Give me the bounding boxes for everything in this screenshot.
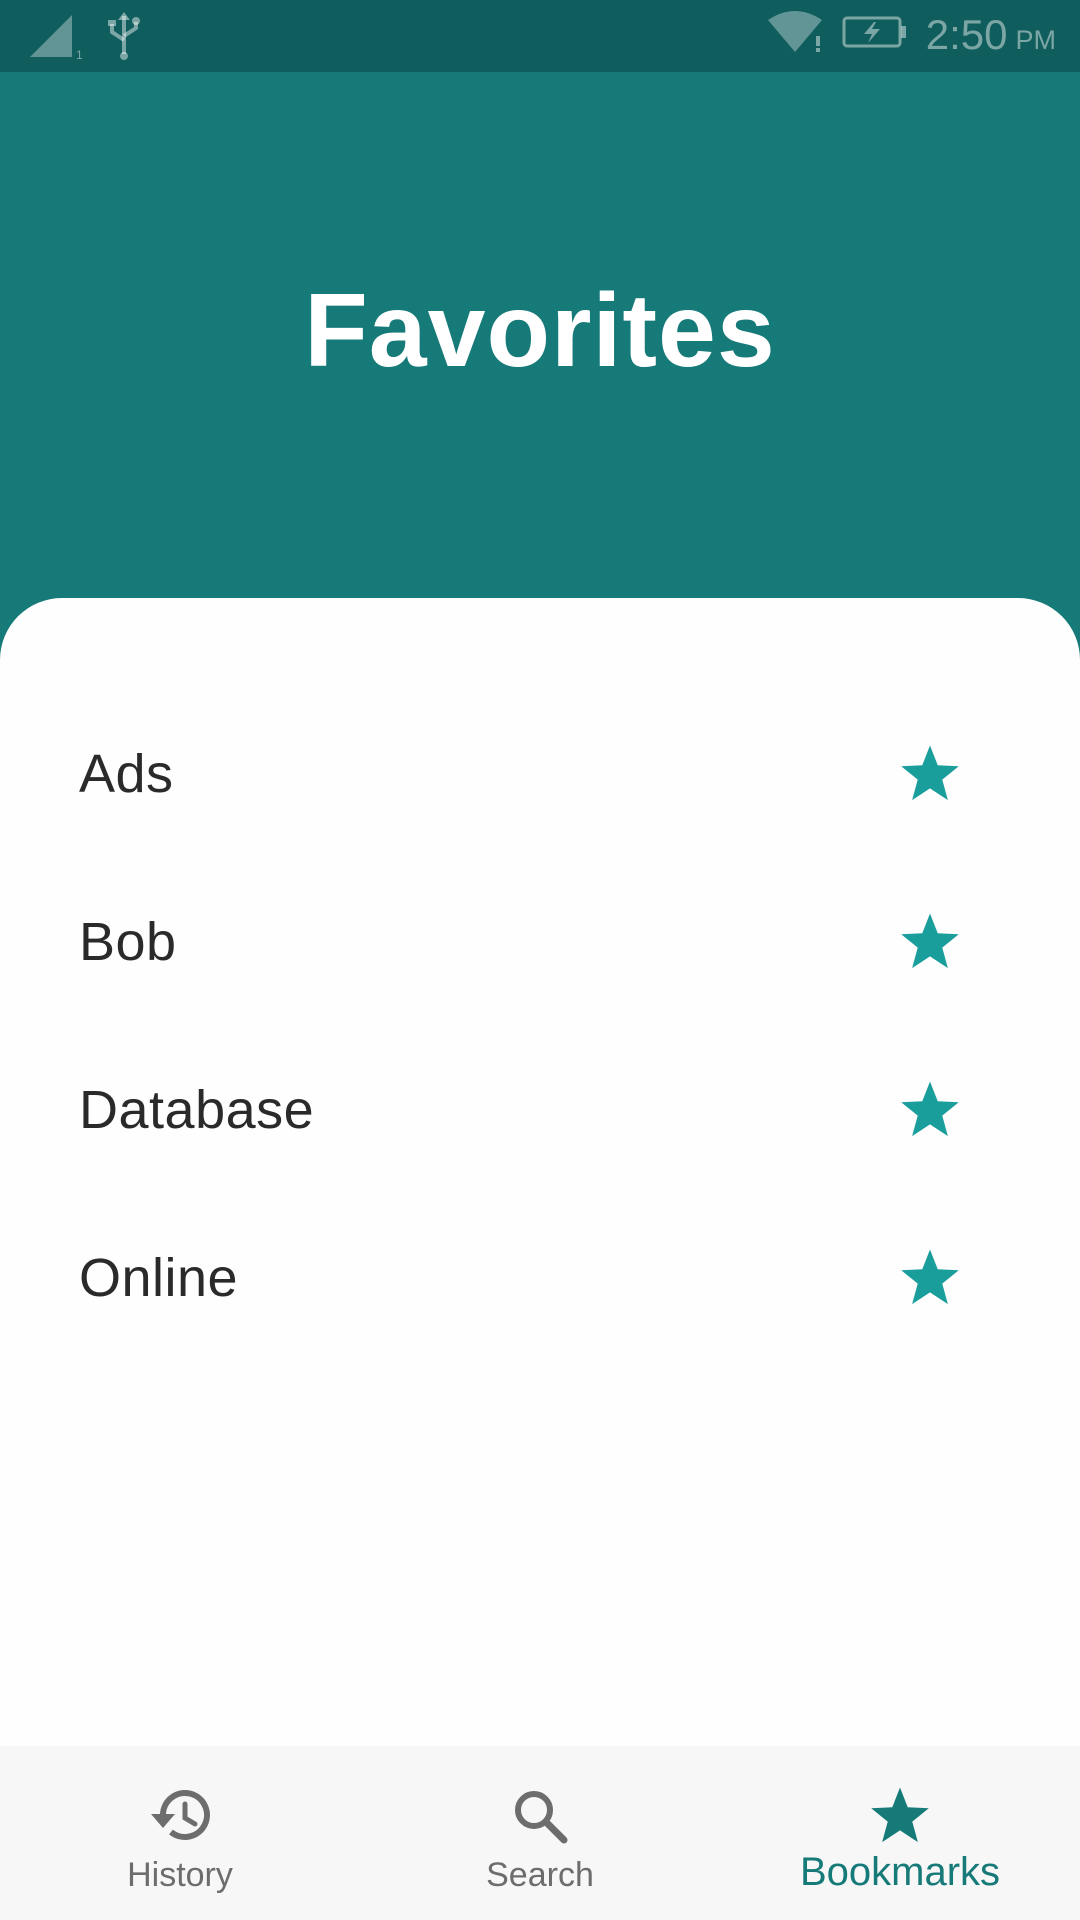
nav-item-history[interactable]: History xyxy=(0,1746,360,1920)
status-bar-right: 2:50 PM xyxy=(766,10,1056,59)
bottom-navigation: History Search Bookmarks xyxy=(0,1746,1080,1920)
star-icon[interactable] xyxy=(894,906,966,978)
search-icon xyxy=(504,1780,576,1852)
clock-ampm: PM xyxy=(1015,24,1057,55)
svg-text:1: 1 xyxy=(76,48,83,61)
list-item[interactable]: Bob xyxy=(0,858,1080,1026)
star-icon[interactable] xyxy=(894,1242,966,1314)
star-icon xyxy=(864,1780,936,1852)
header: Favorites xyxy=(0,72,1080,632)
usb-icon xyxy=(104,10,144,67)
signal-icon: 1 xyxy=(26,11,84,66)
status-bar: 1 2:50 PM xyxy=(0,0,1080,72)
status-bar-left: 1 xyxy=(26,10,144,67)
favorite-label: Bob xyxy=(79,912,177,972)
favorite-label: Database xyxy=(79,1080,315,1140)
list-item[interactable]: Online xyxy=(0,1194,1080,1362)
nav-item-bookmarks[interactable]: Bookmarks xyxy=(720,1746,1080,1920)
favorite-label: Online xyxy=(79,1248,239,1308)
favorite-label: Ads xyxy=(79,744,174,804)
clock: 2:50 PM xyxy=(926,11,1056,59)
favorites-sheet: Ads Bob Database Online xyxy=(0,598,1080,1746)
favorites-list: Ads Bob Database Online xyxy=(0,690,1080,1362)
nav-label-search: Search xyxy=(486,1856,594,1894)
nav-item-search[interactable]: Search xyxy=(360,1746,720,1920)
star-icon[interactable] xyxy=(894,738,966,810)
clock-time: 2:50 xyxy=(925,10,1008,58)
list-item[interactable]: Database xyxy=(0,1026,1080,1194)
battery-charging-icon xyxy=(842,15,908,54)
star-icon[interactable] xyxy=(894,1074,966,1146)
history-icon xyxy=(144,1780,216,1852)
wifi-icon xyxy=(766,10,824,59)
list-item[interactable]: Ads xyxy=(0,690,1080,858)
nav-label-bookmarks: Bookmarks xyxy=(799,1850,1001,1894)
nav-label-history: History xyxy=(127,1856,233,1894)
page-title: Favorites xyxy=(304,273,776,389)
